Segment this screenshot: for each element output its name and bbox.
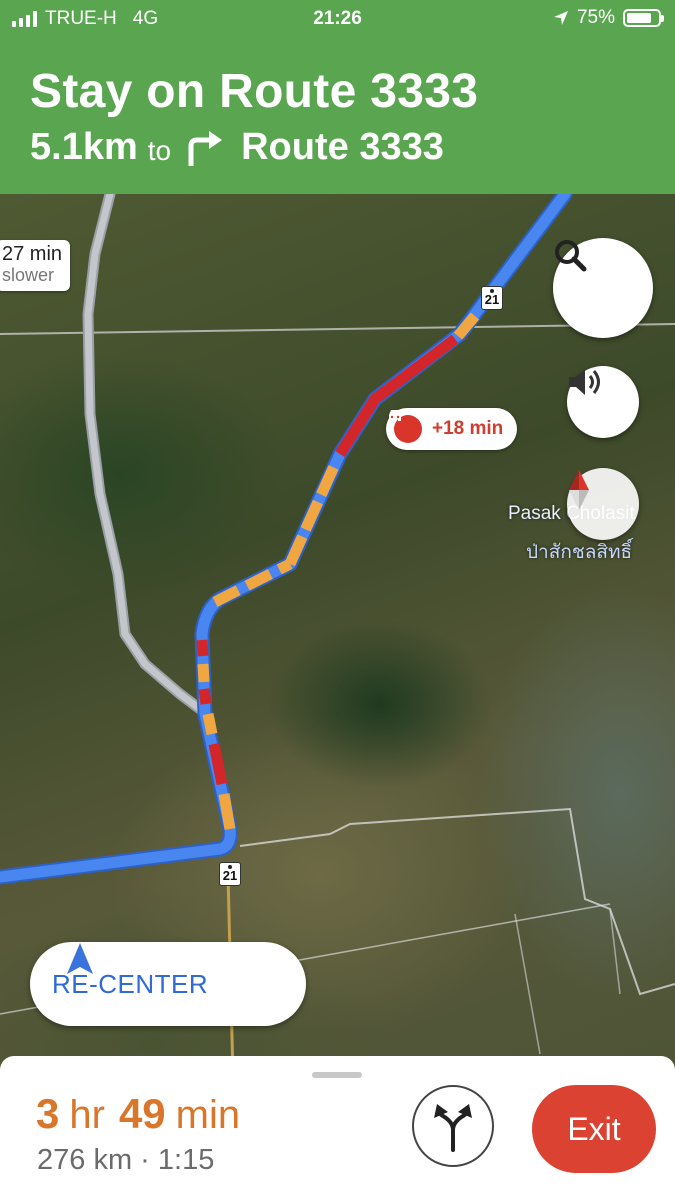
map-view[interactable]: 27 min slower 21 21 +18 min Pasak Cholas… [0,194,675,1200]
alternate-route-callout[interactable]: 27 min slower [0,240,71,291]
location-arrow-icon [553,11,568,25]
search-icon [555,240,587,272]
turn-right-icon [188,130,223,166]
volume-icon [569,369,600,395]
alternate-routes-button[interactable] [412,1085,494,1167]
next-maneuver: 5.1km to Route 3333 [30,126,444,169]
trip-details: 276 km · 1:15 [37,1144,214,1177]
to-word: to [147,134,172,166]
drag-handle[interactable] [312,1072,362,1078]
eta-duration: 3 hr 49 min [36,1090,240,1138]
route-shield: 21 [481,286,503,310]
status-bar: TRUE-H 4G 21:26 75% [0,0,675,36]
trip-separator: · [140,1144,150,1176]
eta-hours-unit: hr [69,1093,105,1137]
exit-button[interactable]: Exit [532,1085,656,1173]
instruction-title: Stay on Route 3333 [30,65,479,118]
navigation-banner[interactable]: Stay on Route 3333 5.1km to Route 3333 [0,36,675,194]
eta-minutes-unit: min [175,1093,241,1137]
battery-percent: 75% [576,7,615,28]
arrival-time: 1:15 [157,1144,215,1176]
status-right: 75% [553,7,664,29]
trip-summary-sheet[interactable]: 3 hr 49 min 276 km · 1:15 Exit [0,1056,675,1200]
map-overlay [0,194,675,1200]
search-button[interactable] [553,238,653,338]
next-road-name: Route 3333 [241,126,444,168]
traffic-delay-text: +18 min [432,418,504,439]
place-label-thai: ป่าสักชลสิทธิ์ [526,542,633,563]
eta-minutes: 49 [118,1090,166,1137]
maneuver-distance: 5.1km [30,126,138,168]
eta-hours: 3 [36,1090,60,1137]
alternate-route-time: 27 min [2,243,63,265]
traffic-delay-badge[interactable]: +18 min [386,408,518,450]
trip-distance: 276 km [37,1144,133,1176]
route-shield: 21 [219,862,241,886]
compass-button[interactable] [567,468,639,540]
navigation-arrow-icon [67,943,93,974]
compass-icon [569,470,589,510]
recenter-button[interactable]: RE-CENTER [30,942,306,1026]
battery-icon [623,9,664,27]
alternate-route-note: slower [2,265,55,285]
sound-button[interactable] [567,366,639,438]
alternate-routes-icon [434,1104,472,1152]
car-icon [389,410,422,443]
